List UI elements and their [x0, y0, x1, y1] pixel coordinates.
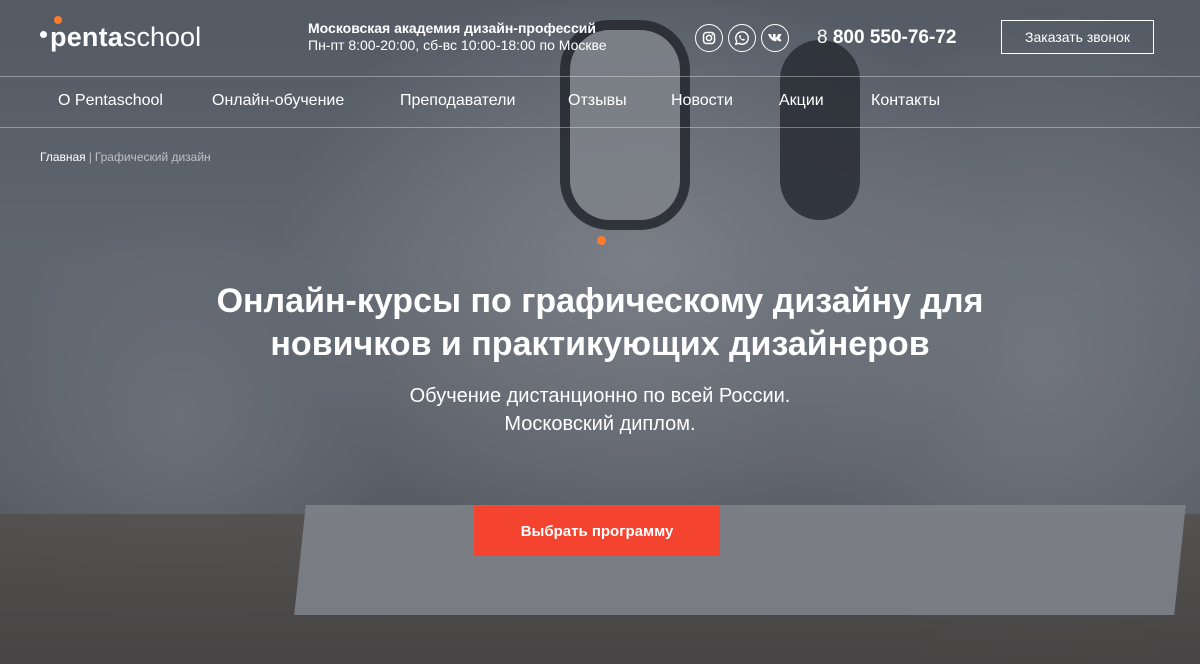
hero-subtitle: Обучение дистанционно по всей России. Мо… — [200, 382, 1000, 438]
logo-white-dot — [40, 31, 47, 38]
order-callback-button[interactable]: Заказать звонок — [1001, 20, 1154, 54]
hero-title: Онлайн-курсы по графическому дизайну для… — [100, 280, 1100, 366]
nav-item-about[interactable]: О Pentaschool — [58, 92, 163, 110]
breadcrumb-separator: | — [88, 150, 92, 164]
nav-item-news[interactable]: Новости — [671, 92, 733, 110]
breadcrumb-current: Графический дизайн — [94, 150, 211, 164]
phone-number[interactable]: 8 800 550-76-72 — [817, 27, 956, 49]
nav-item-online[interactable]: Онлайн-обучение — [212, 92, 344, 110]
instagram-icon[interactable] — [695, 24, 723, 52]
nav-item-teachers[interactable]: Преподаватели — [400, 92, 515, 110]
main-nav: О Pentaschool Онлайн-обучение Преподават… — [0, 77, 1200, 128]
logo-text-light: school — [123, 22, 202, 52]
choose-program-button[interactable]: Выбрать программу — [474, 506, 720, 556]
hero-subtitle-line-1: Обучение дистанционно по всей России. — [409, 385, 791, 407]
academy-info: Московская академия дизайн-профессий Пн-… — [308, 20, 607, 54]
nav-item-reviews[interactable]: Отзывы — [568, 92, 627, 110]
decorative-dot — [597, 236, 606, 245]
logo-text-bold: penta — [50, 22, 124, 52]
hero-title-line-1: Онлайн-курсы по графическому дизайну для — [216, 282, 984, 320]
working-hours: Пн-пт 8:00-20:00, сб-вс 10:00-18:00 по М… — [308, 37, 607, 53]
breadcrumb: Главная | Графический дизайн — [40, 150, 211, 164]
breadcrumb-home[interactable]: Главная — [40, 150, 86, 164]
logo-orange-dot — [54, 16, 62, 24]
phone-prefix: 8 — [817, 27, 828, 48]
academy-title: Московская академия дизайн-профессий — [308, 20, 596, 36]
pentaschool-logo[interactable]: penta school — [40, 16, 202, 62]
site-header: penta school Московская академия дизайн-п… — [0, 0, 1200, 77]
hero-subtitle-line-2: Московский диплом. — [504, 413, 696, 435]
vk-icon[interactable] — [761, 24, 789, 52]
nav-item-contacts[interactable]: Контакты — [871, 92, 940, 110]
nav-item-promotions[interactable]: Акции — [779, 92, 824, 110]
whatsapp-icon[interactable] — [728, 24, 756, 52]
phone-digits: 800 550-76-72 — [832, 27, 957, 48]
hero-title-line-2: новичков и практикующих дизайнеров — [270, 325, 930, 363]
